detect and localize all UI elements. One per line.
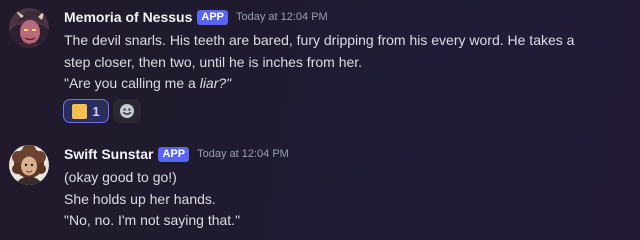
message-line: The devil snarls. His teeth are bared, f… bbox=[64, 32, 575, 48]
message-header: Swift Sunstar APP Today at 12:04 PM bbox=[64, 143, 289, 165]
message-line-quote: "Are you calling me a liar?" bbox=[64, 73, 634, 95]
quote-text: "Are you calling me a bbox=[64, 75, 200, 91]
username[interactable]: Memoria of Nessus bbox=[64, 9, 192, 25]
timestamp[interactable]: Today at 12:04 PM bbox=[236, 11, 328, 23]
reactions-bar: 1 bbox=[63, 99, 141, 123]
message-header: Memoria of Nessus APP Today at 12:04 PM bbox=[64, 6, 328, 28]
curly-haired-portrait-avatar bbox=[9, 145, 49, 185]
message-content: (okay good to go!) She holds up her hand… bbox=[64, 167, 634, 232]
app-badge: APP bbox=[197, 9, 228, 25]
reaction-yellow-square[interactable]: 1 bbox=[63, 99, 109, 123]
message-content: The devil snarls. His teeth are bared, f… bbox=[64, 30, 634, 95]
quote-italic-text: liar?" bbox=[199, 75, 232, 91]
avatar[interactable] bbox=[9, 8, 49, 48]
avatar[interactable] bbox=[9, 145, 49, 185]
message-line: step closer, then two, until he is inche… bbox=[64, 53, 363, 70]
message-line: (okay good to go!) bbox=[64, 169, 177, 185]
message-line: She holds up her hands. bbox=[64, 190, 216, 207]
add-reaction-icon bbox=[120, 104, 134, 118]
yellow-square-emoji bbox=[72, 103, 88, 119]
app-badge: APP bbox=[158, 146, 190, 162]
add-reaction-button[interactable] bbox=[113, 99, 141, 123]
reaction-count: 1 bbox=[92, 103, 100, 119]
demon-portrait-avatar bbox=[9, 8, 49, 48]
message-line: "No, no. I'm not saying that." bbox=[64, 212, 241, 228]
username[interactable]: Swift Sunstar bbox=[64, 146, 153, 162]
timestamp[interactable]: Today at 12:04 PM bbox=[197, 148, 289, 160]
